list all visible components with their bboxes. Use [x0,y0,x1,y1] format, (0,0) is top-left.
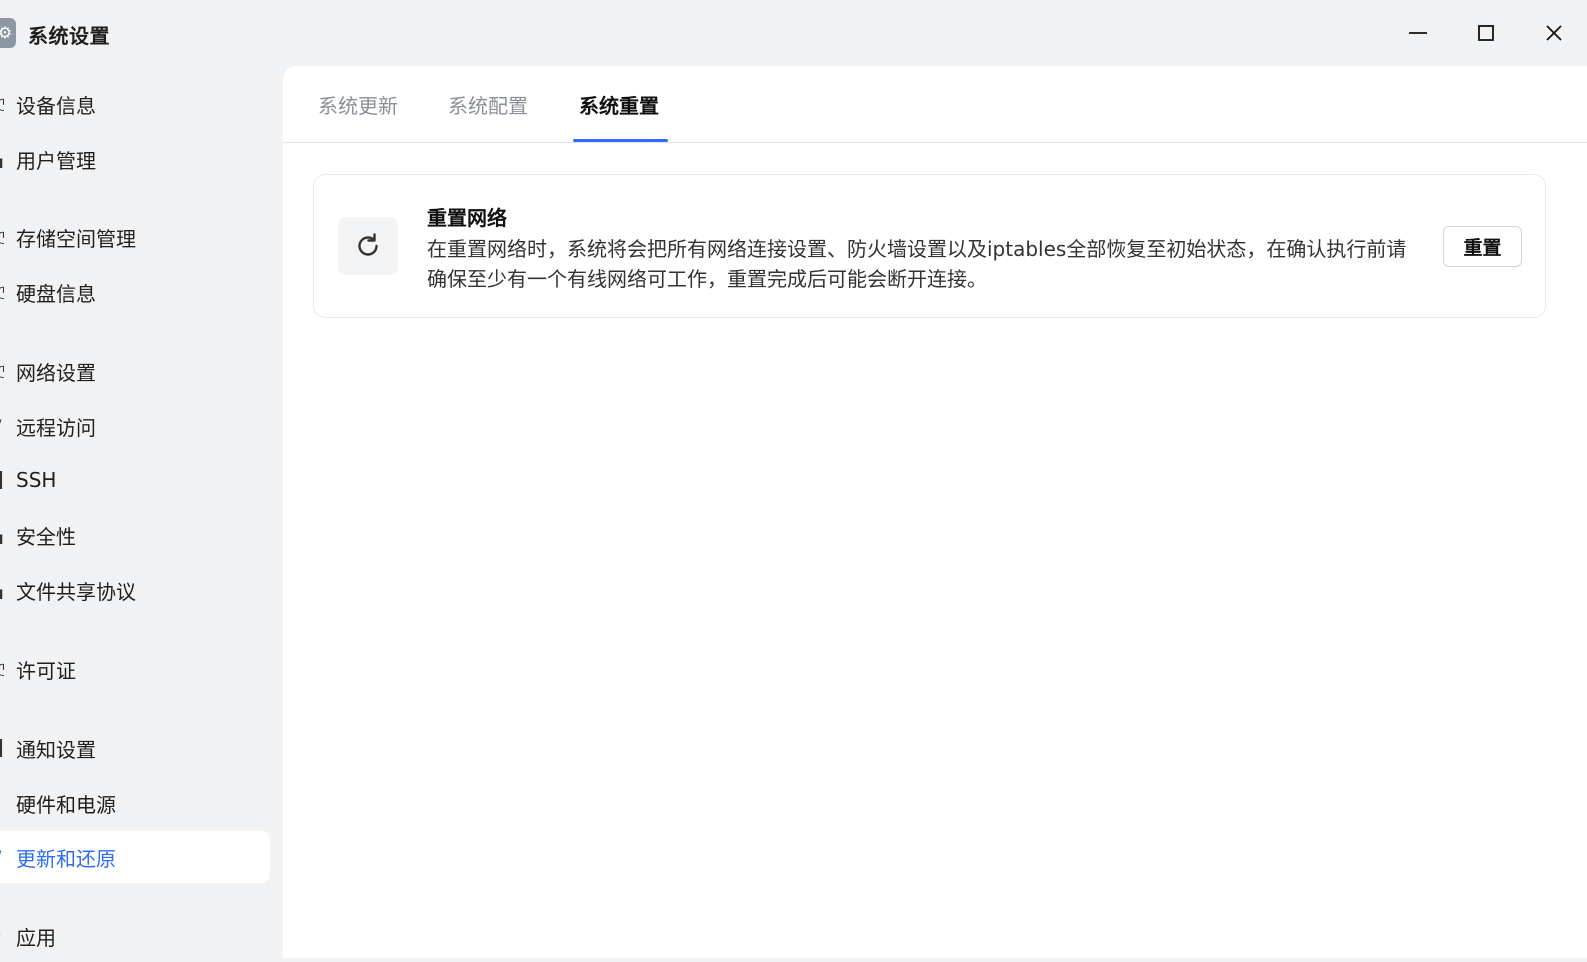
sidebar-item-label: 安全性 [16,524,76,549]
sidebar-item-label: 设备信息 [16,93,96,118]
sidebar-item-label: 文件共享协议 [16,579,136,604]
tab-system-config[interactable]: 系统配置 [448,90,528,143]
sidebar-item-network[interactable]: ◔ 网络设置 [0,345,270,397]
sidebar-nav: ◔ 设备信息 ▖ 用户管理 ◔ 存储空间管理 ◔ 硬盘信息 ◔ 网络设置 / 远… [0,66,283,958]
disk-icon: ◔ [0,283,4,301]
sidebar-item-label: 应用 [16,925,56,950]
storage-icon: ◔ [0,228,4,246]
apps-icon: ≀ [0,927,4,945]
sidebar-item-label: 更新和还原 [16,846,116,871]
sidebar-item-hardware-power[interactable]: · 硬件和电源 [0,777,270,829]
minimize-icon [1409,32,1427,34]
reset-network-button[interactable]: 重置 [1443,226,1522,267]
window-title: 系统设置 [28,24,110,48]
sidebar-item-license[interactable]: ◔ 许可证 [0,643,270,695]
tab-bar: 系统更新 系统配置 系统重置 [283,66,1587,143]
minimize-button[interactable] [1398,14,1438,52]
sidebar-item-label: 远程访问 [16,415,96,440]
network-icon: ◔ [0,362,4,380]
remote-icon: / [0,417,4,435]
sidebar-item-storage[interactable]: ◔ 存储空间管理 [0,211,270,263]
settings-gear-icon: ⚙ [0,18,16,48]
sidebar-item-apps[interactable]: ≀ 应用 [0,910,270,962]
sidebar-item-ssh[interactable]: ▌ SSH [0,454,270,506]
sidebar-item-label: 存储空间管理 [16,226,136,251]
sidebar-item-label: 许可证 [16,658,76,683]
maximize-button[interactable] [1466,14,1506,52]
sidebar-item-device-info[interactable]: ◔ 设备信息 [0,78,270,130]
reset-network-description: 在重置网络时，系统将会把所有网络连接设置、防火墙设置以及iptables全部恢复… [427,237,1407,291]
sidebar-item-label: 用户管理 [16,148,96,173]
reset-network-card: 重置网络 在重置网络时，系统将会把所有网络连接设置、防火墙设置以及iptable… [313,174,1546,318]
power-icon: · [0,794,4,812]
main-panel: 系统更新 系统配置 系统重置 重置网络 在重置网络时，系统将会把所有网络连接设置… [283,66,1587,958]
sidebar-item-label: 硬件和电源 [16,792,116,817]
sidebar-item-label: 通知设置 [16,737,96,762]
terminal-icon: ▌ [0,471,4,489]
sidebar-item-file-sharing[interactable]: ▖ 文件共享协议 [0,564,270,616]
reset-network-title: 重置网络 [427,206,507,230]
sidebar-item-notifications[interactable]: ▌ 通知设置 [0,722,270,774]
active-tab-indicator [573,139,668,142]
sidebar-item-update-restore[interactable]: / 更新和还原 [0,831,270,883]
license-icon: ◔ [0,660,4,678]
sidebar-item-remote-access[interactable]: / 远程访问 [0,400,270,452]
sidebar-item-label: 硬盘信息 [16,281,96,306]
close-button[interactable] [1534,14,1574,52]
user-icon: ▖ [0,150,4,168]
maximize-icon [1478,25,1494,41]
update-icon: / [0,848,4,866]
info-icon: ◔ [0,95,4,113]
sidebar-item-label: 网络设置 [16,360,96,385]
close-icon [1546,25,1562,41]
refresh-icon [338,217,398,275]
sidebar-item-user-management[interactable]: ▖ 用户管理 [0,133,270,185]
share-icon: ▖ [0,581,4,599]
bell-icon: ▌ [0,739,4,757]
tab-system-reset[interactable]: 系统重置 [579,90,659,143]
tab-system-update[interactable]: 系统更新 [318,90,398,143]
title-bar: ⚙ 系统设置 [0,0,1587,66]
sidebar-item-disk-info[interactable]: ◔ 硬盘信息 [0,266,270,318]
shield-icon: ▖ [0,526,4,544]
sidebar-item-label: SSH [16,468,57,492]
sidebar-item-security[interactable]: ▖ 安全性 [0,509,270,561]
